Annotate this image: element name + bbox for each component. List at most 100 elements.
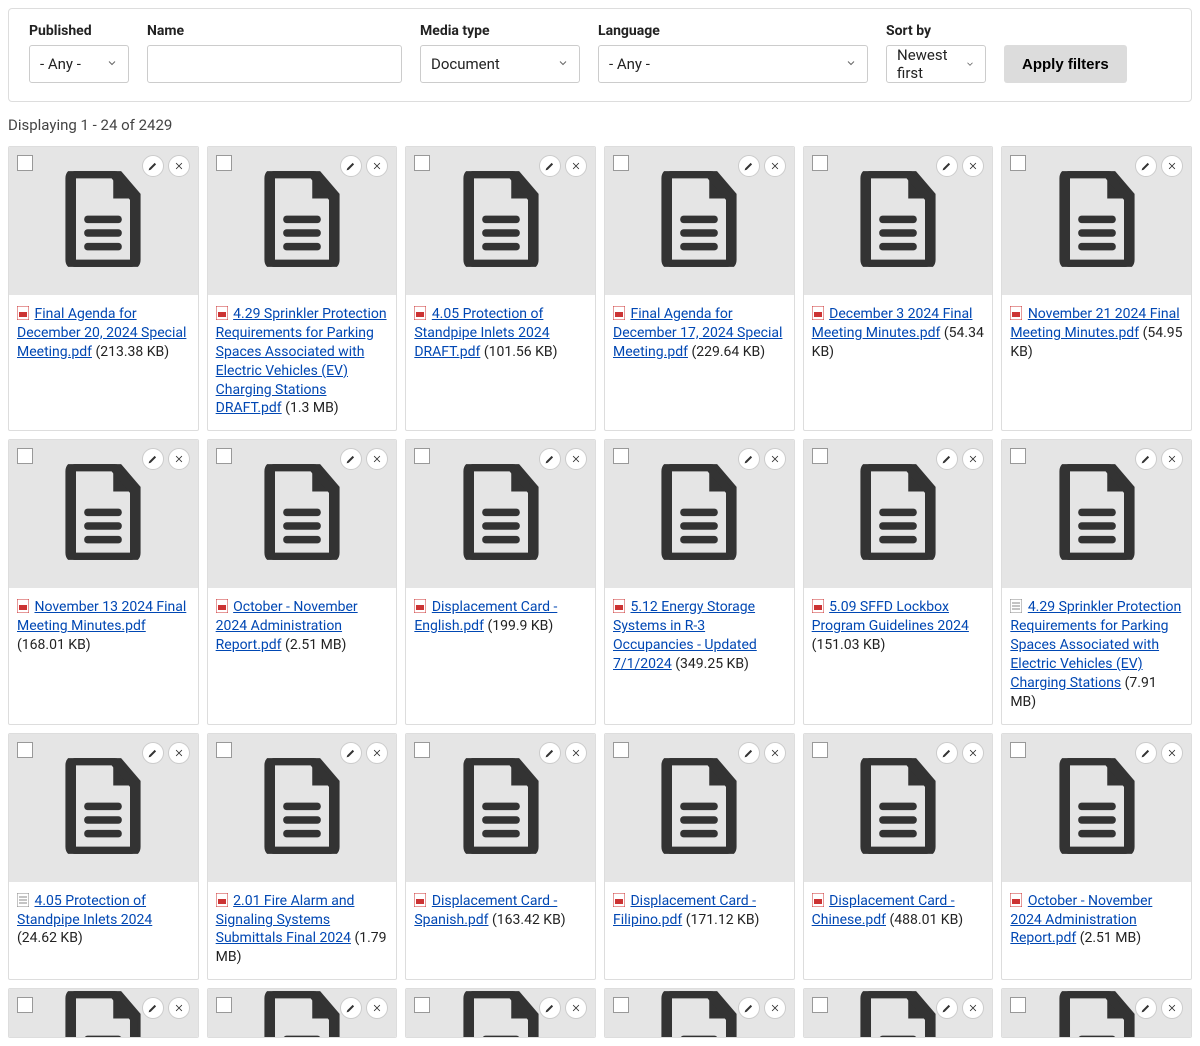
select-checkbox[interactable] — [414, 742, 430, 758]
delete-button[interactable] — [366, 742, 388, 764]
delete-button[interactable] — [1161, 997, 1183, 1019]
delete-button[interactable] — [168, 155, 190, 177]
delete-button[interactable] — [168, 742, 190, 764]
select-checkbox[interactable] — [216, 448, 232, 464]
edit-button[interactable] — [936, 448, 958, 470]
close-icon — [1167, 1003, 1177, 1013]
select-checkbox[interactable] — [1010, 155, 1026, 171]
delete-button[interactable] — [962, 742, 984, 764]
delete-button[interactable] — [1161, 448, 1183, 470]
edit-button[interactable] — [142, 155, 164, 177]
edit-button[interactable] — [340, 155, 362, 177]
select-checkbox[interactable] — [216, 155, 232, 171]
edit-button[interactable] — [539, 997, 561, 1019]
edit-button[interactable] — [738, 448, 760, 470]
file-link[interactable]: November 13 2024 Final Meeting Minutes.p… — [17, 599, 186, 634]
edit-button[interactable] — [340, 997, 362, 1019]
select-checkbox[interactable] — [812, 155, 828, 171]
select-checkbox[interactable] — [613, 155, 629, 171]
delete-button[interactable] — [366, 448, 388, 470]
select-checkbox[interactable] — [17, 155, 33, 171]
delete-button[interactable] — [565, 742, 587, 764]
document-icon — [1056, 462, 1138, 566]
select-checkbox[interactable] — [1010, 448, 1026, 464]
edit-button[interactable] — [539, 742, 561, 764]
media-card: Displacement Card - Filipino.pdf (171.12… — [604, 733, 795, 981]
select-checkbox[interactable] — [812, 997, 828, 1013]
file-link[interactable]: 5.09 SFFD Lockbox Program Guidelines 202… — [812, 599, 969, 634]
edit-button[interactable] — [539, 155, 561, 177]
edit-button[interactable] — [936, 742, 958, 764]
select-checkbox[interactable] — [414, 997, 430, 1013]
select-checkbox[interactable] — [613, 997, 629, 1013]
filter-published: Published - Any - — [29, 23, 129, 83]
delete-button[interactable] — [1161, 155, 1183, 177]
edit-button[interactable] — [1135, 155, 1157, 177]
edit-button[interactable] — [1135, 742, 1157, 764]
file-link[interactable]: 2.01 Fire Alarm and Signaling Systems Su… — [216, 893, 355, 947]
select-checkbox[interactable] — [17, 997, 33, 1013]
language-select[interactable]: - Any - — [598, 45, 868, 83]
card-thumbnail — [208, 147, 397, 295]
file-link[interactable]: 4.05 Protection of Standpipe Inlets 2024 — [17, 893, 152, 928]
media-card: 4.29 Sprinkler Protection Requirements f… — [207, 146, 398, 431]
delete-button[interactable] — [366, 997, 388, 1019]
delete-button[interactable] — [764, 155, 786, 177]
media-card: November 21 2024 Final Meeting Minutes.p… — [1001, 146, 1192, 431]
published-select[interactable]: - Any - — [29, 45, 129, 83]
file-type-icon — [812, 599, 824, 613]
delete-button[interactable] — [565, 997, 587, 1019]
delete-button[interactable] — [168, 448, 190, 470]
sort-select[interactable]: Newest first — [886, 45, 986, 83]
delete-button[interactable] — [962, 997, 984, 1019]
select-checkbox[interactable] — [414, 155, 430, 171]
filter-bar: Published - Any - Name Media type Docume… — [8, 8, 1192, 102]
select-checkbox[interactable] — [216, 742, 232, 758]
delete-button[interactable] — [168, 997, 190, 1019]
edit-button[interactable] — [738, 155, 760, 177]
delete-button[interactable] — [764, 742, 786, 764]
delete-button[interactable] — [764, 448, 786, 470]
select-checkbox[interactable] — [613, 742, 629, 758]
edit-button[interactable] — [738, 997, 760, 1019]
delete-button[interactable] — [962, 155, 984, 177]
edit-button[interactable] — [936, 155, 958, 177]
select-checkbox[interactable] — [613, 448, 629, 464]
document-icon — [460, 756, 542, 860]
document-icon — [62, 989, 144, 1038]
file-type-icon — [17, 893, 29, 907]
close-icon — [968, 454, 978, 464]
document-icon — [261, 169, 343, 273]
select-checkbox[interactable] — [216, 997, 232, 1013]
edit-button[interactable] — [1135, 997, 1157, 1019]
select-checkbox[interactable] — [812, 742, 828, 758]
edit-button[interactable] — [340, 448, 362, 470]
edit-button[interactable] — [142, 742, 164, 764]
delete-button[interactable] — [366, 155, 388, 177]
select-checkbox[interactable] — [17, 742, 33, 758]
edit-button[interactable] — [340, 742, 362, 764]
select-checkbox[interactable] — [17, 448, 33, 464]
edit-button[interactable] — [738, 742, 760, 764]
select-checkbox[interactable] — [812, 448, 828, 464]
edit-button[interactable] — [539, 448, 561, 470]
close-icon — [372, 161, 382, 171]
media-type-select[interactable]: Document — [420, 45, 580, 83]
select-checkbox[interactable] — [414, 448, 430, 464]
delete-button[interactable] — [962, 448, 984, 470]
name-input[interactable] — [147, 45, 402, 83]
delete-button[interactable] — [1161, 742, 1183, 764]
select-checkbox[interactable] — [1010, 997, 1026, 1013]
delete-button[interactable] — [764, 997, 786, 1019]
delete-button[interactable] — [565, 448, 587, 470]
chevron-down-icon — [965, 55, 975, 73]
card-meta: Displacement Card - Chinese.pdf (488.01 … — [804, 882, 993, 942]
edit-button[interactable] — [142, 448, 164, 470]
edit-button[interactable] — [936, 997, 958, 1019]
select-checkbox[interactable] — [1010, 742, 1026, 758]
edit-button[interactable] — [142, 997, 164, 1019]
apply-filters-button[interactable]: Apply filters — [1004, 45, 1127, 83]
file-size: (151.03 KB) — [812, 637, 886, 653]
edit-button[interactable] — [1135, 448, 1157, 470]
delete-button[interactable] — [565, 155, 587, 177]
